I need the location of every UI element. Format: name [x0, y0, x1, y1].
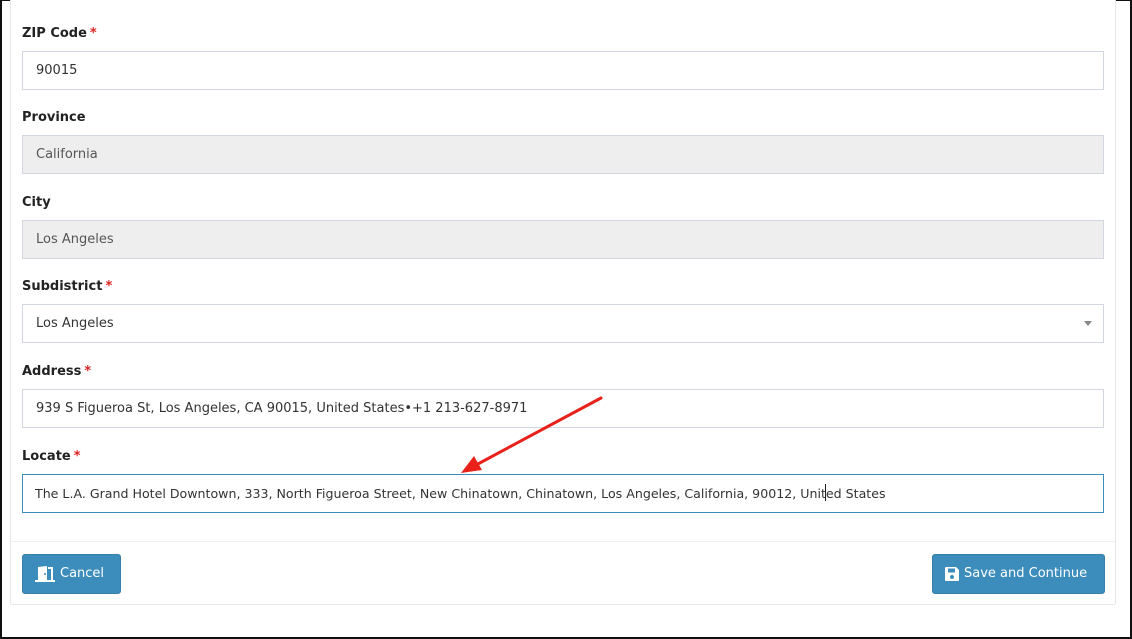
city-input: Los Angeles [22, 220, 1104, 259]
city-label: City [22, 195, 51, 210]
locate-label: Locate * [22, 449, 81, 464]
city-field: City Los Angeles [22, 193, 1104, 259]
subdistrict-select[interactable]: Los Angeles [22, 304, 1104, 343]
province-label: Province [22, 110, 86, 125]
footer-divider [11, 541, 1115, 542]
required-asterisk: * [105, 279, 113, 294]
zip-code-field: ZIP Code * 90015 [22, 24, 1104, 90]
address-field: Address * 939 S Figueroa St, Los Angeles,… [22, 362, 1104, 428]
cancel-button-label: Cancel [60, 566, 105, 581]
address-input[interactable]: 939 S Figueroa St, Los Angeles, CA 90015… [22, 389, 1104, 428]
zip-code-label: ZIP Code * [22, 26, 97, 41]
subdistrict-label: Subdistrict * [22, 279, 113, 294]
required-asterisk: * [84, 364, 92, 379]
province-input: California [22, 135, 1104, 174]
floppy-disk-icon [945, 567, 959, 581]
address-label: Address * [22, 364, 92, 379]
zip-code-input[interactable]: 90015 [22, 51, 1104, 90]
province-field: Province California [22, 108, 1104, 174]
save-button-label: Save and Continue [964, 566, 1088, 581]
required-asterisk: * [89, 26, 97, 41]
required-asterisk: * [73, 449, 81, 464]
door-exit-icon [35, 566, 55, 582]
locate-input[interactable]: The L.A. Grand Hotel Downtown, 333, Nort… [22, 474, 1104, 513]
save-and-continue-button[interactable]: Save and Continue [932, 554, 1105, 594]
caret-down-icon [1084, 321, 1092, 326]
locate-field: Locate * The L.A. Grand Hotel Downtown, 3… [22, 447, 1104, 513]
subdistrict-field: Subdistrict * Los Angeles [22, 277, 1104, 343]
cancel-button[interactable]: Cancel [22, 554, 121, 594]
